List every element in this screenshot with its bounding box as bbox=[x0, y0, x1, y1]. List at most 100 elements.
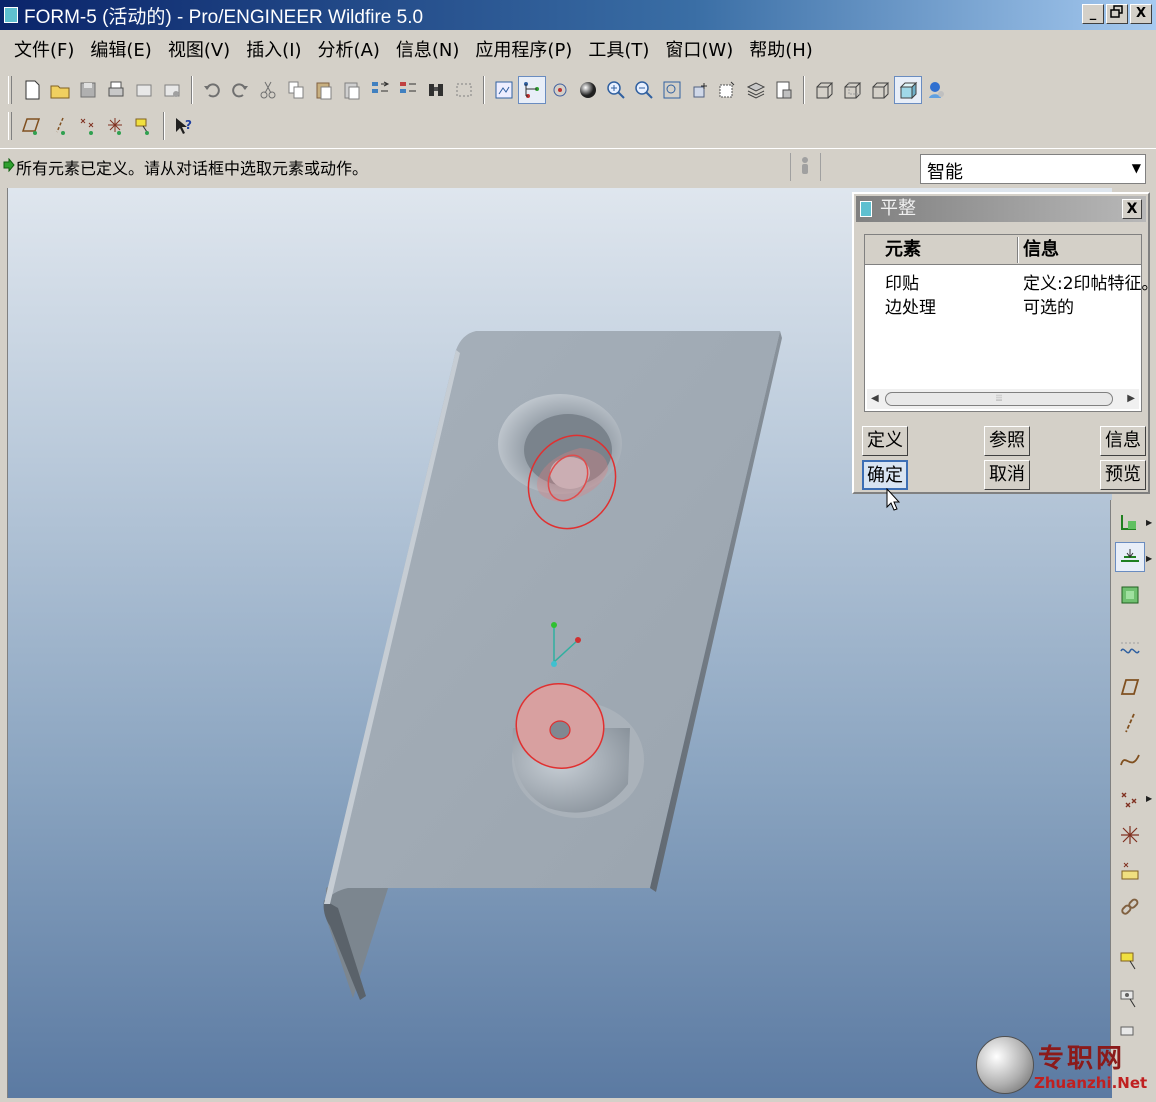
toolbar-separator bbox=[163, 112, 165, 140]
svg-text:?: ? bbox=[185, 118, 192, 132]
toolbar-grip[interactable] bbox=[8, 76, 12, 104]
menu-analysis[interactable]: 分析(A) bbox=[310, 36, 388, 62]
repaint-icon bbox=[495, 81, 513, 99]
new-file-button[interactable] bbox=[18, 76, 46, 104]
annotation-feature-button[interactable] bbox=[1115, 946, 1145, 976]
spin-center-button[interactable] bbox=[546, 76, 574, 104]
repaint-button[interactable] bbox=[490, 76, 518, 104]
selection-filter-select[interactable]: 智能 ▼ bbox=[920, 154, 1146, 184]
close-button[interactable]: X bbox=[1130, 4, 1152, 24]
datum-point-display-button[interactable] bbox=[74, 112, 102, 140]
status-person-icon[interactable] bbox=[798, 155, 812, 181]
scroll-right-icon[interactable]: ▶ bbox=[1127, 393, 1135, 404]
find-button[interactable] bbox=[422, 76, 450, 104]
watermark-en: Zhuanzhi.Net bbox=[1034, 1074, 1148, 1092]
preview-button[interactable]: 预览 bbox=[1100, 460, 1146, 490]
datum-plane-display-button[interactable] bbox=[18, 112, 46, 140]
menu-info[interactable]: 信息(N) bbox=[388, 36, 468, 62]
menu-help[interactable]: 帮助(H) bbox=[741, 36, 821, 62]
flat-pattern-button[interactable] bbox=[1115, 580, 1145, 610]
send-link-button[interactable] bbox=[158, 76, 186, 104]
regenerate-button[interactable] bbox=[366, 76, 394, 104]
sphere-icon bbox=[580, 82, 596, 98]
sketch-datum-curve-button[interactable] bbox=[1115, 634, 1145, 664]
horizontal-scrollbar[interactable]: ◀ ⦙⦙⦙ ▶ bbox=[867, 389, 1139, 409]
navigator-collapse-bar[interactable] bbox=[0, 188, 8, 1098]
wireframe-button[interactable] bbox=[810, 76, 838, 104]
datum-curve-tool-button[interactable] bbox=[1115, 744, 1145, 774]
analysis-feature-button[interactable] bbox=[1115, 856, 1145, 886]
flange-wall-button[interactable] bbox=[1115, 508, 1145, 538]
references-button[interactable]: 参照 bbox=[984, 426, 1030, 456]
column-info[interactable]: 信息 bbox=[1023, 235, 1059, 265]
print-button[interactable] bbox=[102, 76, 130, 104]
open-button[interactable] bbox=[46, 76, 74, 104]
column-element[interactable]: 元素 bbox=[885, 235, 921, 265]
datum-point-tool-icon bbox=[1121, 792, 1137, 808]
zoom-out-button[interactable] bbox=[630, 76, 658, 104]
model-tree-settings-button[interactable] bbox=[922, 76, 950, 104]
menu-window[interactable]: 窗口(W) bbox=[657, 36, 741, 62]
datum-axis-display-button[interactable] bbox=[46, 112, 74, 140]
csys-tool-icon bbox=[1121, 826, 1139, 844]
paste-special-button[interactable] bbox=[338, 76, 366, 104]
relation-button[interactable] bbox=[1115, 984, 1145, 1014]
table-row[interactable]: 印贴 定义:2印帖特征。 bbox=[865, 269, 1156, 294]
redo-button[interactable] bbox=[226, 76, 254, 104]
datum-point-tool-button[interactable] bbox=[1115, 784, 1145, 814]
paste-special-icon bbox=[344, 82, 360, 100]
undo-button[interactable] bbox=[198, 76, 226, 104]
saved-views-button[interactable] bbox=[714, 76, 742, 104]
datum-plane-tool-button[interactable] bbox=[1115, 672, 1145, 702]
csys-display-button[interactable] bbox=[102, 112, 130, 140]
annotation-display-button[interactable] bbox=[130, 112, 158, 140]
flyout-arrow-icon[interactable]: ▶ bbox=[1146, 518, 1152, 527]
dropdown-arrow-icon: ▼ bbox=[1131, 161, 1141, 175]
context-help-button[interactable]: ? bbox=[170, 112, 198, 140]
maximize-button[interactable] bbox=[1106, 4, 1128, 24]
datum-axis-tool-button[interactable] bbox=[1115, 708, 1145, 738]
menu-view[interactable]: 视图(V) bbox=[160, 36, 238, 62]
reorient-button[interactable] bbox=[686, 76, 714, 104]
zoom-in-button[interactable] bbox=[602, 76, 630, 104]
flyout-arrow-icon[interactable]: ▶ bbox=[1146, 554, 1152, 563]
menu-tools[interactable]: 工具(T) bbox=[580, 36, 657, 62]
send-mail-button[interactable] bbox=[130, 76, 158, 104]
no-hidden-button[interactable] bbox=[866, 76, 894, 104]
menu-insert[interactable]: 插入(I) bbox=[238, 36, 309, 62]
paste-button[interactable] bbox=[310, 76, 338, 104]
toolbar-grip[interactable] bbox=[8, 112, 12, 140]
menu-file[interactable]: 文件(F) bbox=[6, 36, 82, 62]
ok-button[interactable]: 确定 bbox=[862, 460, 908, 490]
shading-mode-button[interactable] bbox=[894, 76, 922, 104]
unbend-button[interactable] bbox=[1115, 542, 1145, 572]
save-button[interactable] bbox=[74, 76, 102, 104]
column-divider[interactable] bbox=[1017, 237, 1019, 263]
info-button[interactable]: 信息 bbox=[1100, 426, 1146, 456]
hidden-line-button[interactable] bbox=[838, 76, 866, 104]
menu-applications[interactable]: 应用程序(P) bbox=[467, 36, 580, 62]
chain-button[interactable] bbox=[1115, 892, 1145, 922]
regen-manager-button[interactable] bbox=[394, 76, 422, 104]
table-row[interactable]: 边处理 可选的 bbox=[865, 293, 1141, 318]
scroll-thumb[interactable]: ⦙⦙⦙ bbox=[885, 392, 1113, 406]
shading-button[interactable] bbox=[574, 76, 602, 104]
flyout-arrow-icon[interactable]: ▶ bbox=[1146, 794, 1152, 803]
dialog-close-button[interactable]: X bbox=[1122, 199, 1142, 219]
selection-box-button[interactable] bbox=[450, 76, 478, 104]
define-button[interactable]: 定义 bbox=[862, 426, 908, 456]
scroll-left-icon[interactable]: ◀ bbox=[871, 393, 879, 404]
csys-tool-button[interactable] bbox=[1115, 820, 1145, 850]
refit-button[interactable] bbox=[658, 76, 686, 104]
cut-button[interactable] bbox=[254, 76, 282, 104]
toolbar-separator bbox=[191, 76, 193, 104]
menu-edit[interactable]: 编辑(E) bbox=[82, 36, 159, 62]
layers-button[interactable] bbox=[742, 76, 770, 104]
minimize-button[interactable]: _ bbox=[1082, 4, 1104, 24]
flat-pattern-icon bbox=[1121, 586, 1139, 604]
dialog-title-bar[interactable]: 平整 X bbox=[856, 196, 1146, 222]
view-manager-button[interactable] bbox=[770, 76, 798, 104]
orient-mode-button[interactable] bbox=[518, 76, 546, 104]
copy-button[interactable] bbox=[282, 76, 310, 104]
cancel-button[interactable]: 取消 bbox=[984, 460, 1030, 490]
